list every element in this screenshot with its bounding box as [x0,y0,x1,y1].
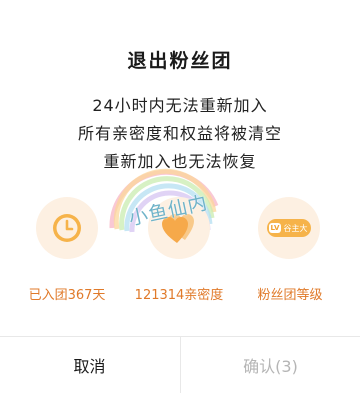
badge-level: LV [268,223,282,233]
intimacy-label: 121314亲密度 [134,288,224,303]
warning-line-2: 所有亲密度和权益将被清空 [77,124,282,143]
clock-icon [53,214,81,242]
days-joined-label: 已入团367天 [28,288,106,303]
days-joined-badge [36,197,98,259]
fan-level-label: 粉丝团等级 [257,288,323,303]
confirm-button[interactable]: 确认(3) [181,337,360,393]
fan-level-badge: LV 谷主大 [258,197,320,259]
cancel-button[interactable]: 取消 [0,337,179,393]
quit-fan-club-dialog: 退出粉丝团 24小时内无法重新加入 所有亲密度和权益将被清空 重新加入也无法恢复… [0,0,360,393]
warning-line-1: 24小时内无法重新加入 [92,96,268,115]
fan-badge-icon: LV 谷主大 [266,219,312,237]
badge-text: 谷主大 [283,223,308,233]
dialog-title: 退出粉丝团 [127,50,233,72]
